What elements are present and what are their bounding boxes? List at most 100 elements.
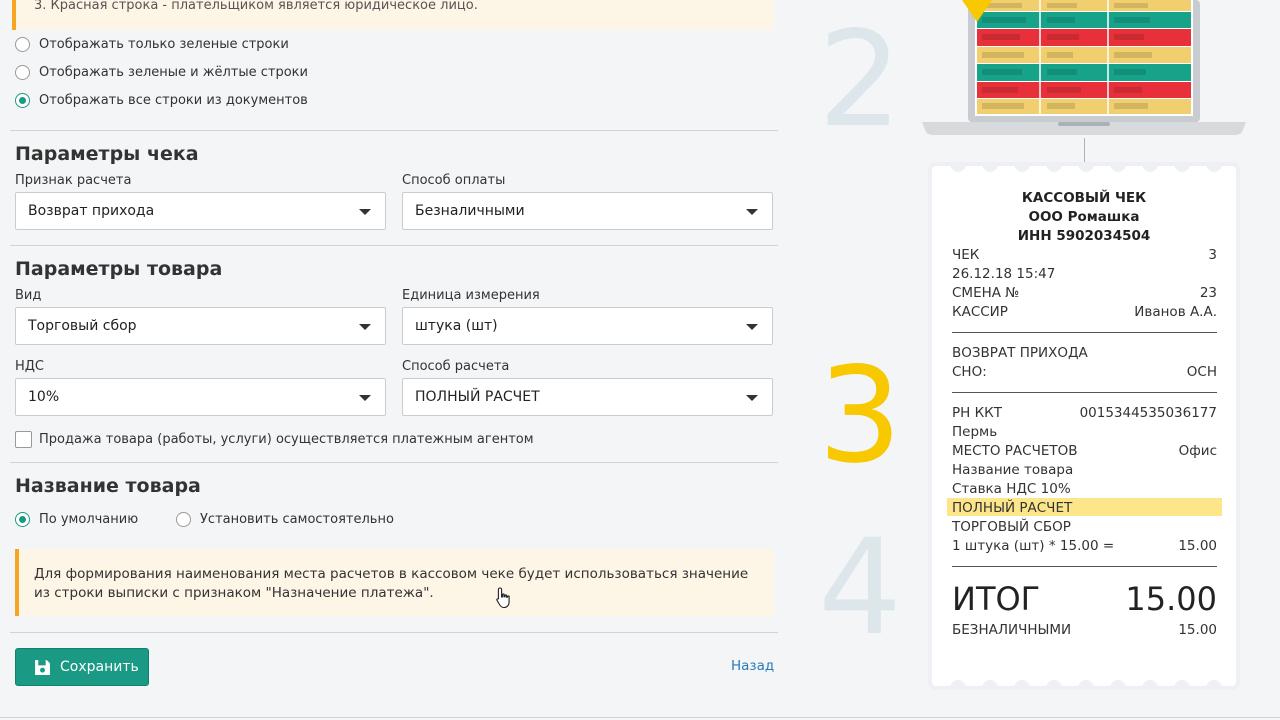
receipt-rn-label: РН ККТ (952, 405, 1002, 421)
agent-checkbox[interactable] (15, 431, 32, 448)
receipt-datetime-row: 26.12.18 15:47 (952, 266, 1217, 282)
receipt-cashier-label: КАССИР (952, 304, 1008, 320)
receipt-city: Пермь (952, 424, 998, 440)
item-name-option-custom[interactable]: Установить самостоятельно (176, 512, 394, 527)
receipt-edge (950, 680, 1222, 690)
divider (10, 462, 778, 463)
receipt-operation-row: ВОЗВРАТ ПРИХОДА (952, 345, 1217, 361)
filter-note-text: 3. Красная строка - плательщиком являетс… (34, 0, 478, 13)
filter-note: 3. Красная строка - плательщиком являетс… (12, 0, 774, 30)
item-params-title: Параметры товара (15, 258, 223, 280)
receipt-check-row: ЧЕК 3 (952, 247, 1217, 263)
save-button[interactable]: Сохранить (15, 648, 149, 686)
page-bottom-border (0, 717, 1280, 718)
radio-selected-icon[interactable] (15, 512, 30, 527)
caret-down-icon (746, 324, 758, 330)
floppy-disk-icon (35, 659, 50, 675)
receipt-check-label: ЧЕК (952, 247, 980, 263)
receipt-shift-value: 23 (1199, 285, 1217, 301)
hand-cursor-icon (496, 587, 510, 609)
item-name-note: Для формирования наименования места расч… (15, 549, 774, 616)
receipt-cashless-label: БЕЗНАЛИЧНЫМИ (952, 622, 1072, 638)
receipt-rn-row: РН ККТ 0015344535036177 (952, 405, 1217, 421)
radio-icon[interactable] (15, 37, 30, 52)
receipt-place-row: МЕСТО РАСЧЕТОВ Офис (952, 443, 1217, 459)
divider (10, 130, 778, 131)
laptop-illustration (922, 0, 1246, 135)
item-name-option-default[interactable]: По умолчанию (15, 512, 138, 527)
caret-down-icon (746, 395, 758, 401)
receipt-sno-value: ОСН (1186, 364, 1217, 380)
step-number-4: 4 (818, 511, 902, 665)
item-name-option-label: Установить самостоятельно (200, 512, 394, 527)
receipt-divider (952, 392, 1217, 393)
agent-checkbox-label[interactable]: Продажа товара (работы, услуги) осуществ… (39, 432, 534, 447)
radio-selected-icon[interactable] (15, 93, 30, 108)
back-link[interactable]: Назад (731, 658, 774, 674)
receipt-vat-row: Ставка НДС 10% (952, 481, 1217, 497)
receipt-inn: ИНН 5902034504 (1017, 228, 1151, 244)
receipt-company: ООО Ромашка (1028, 209, 1140, 225)
receipt-datetime: 26.12.18 15:47 (952, 266, 1056, 282)
receipt-shift-row: СМЕНА № 23 (952, 285, 1217, 301)
receipt-check-value: 3 (1208, 247, 1217, 263)
receipt-edge (950, 162, 1222, 172)
divider (10, 245, 778, 246)
receipt-divider (952, 332, 1217, 333)
filter-option-label: Отображать зеленые и жёлтые строки (39, 65, 308, 80)
filter-option-label: Отображать только зеленые строки (39, 37, 289, 52)
receipt-shift-label: СМЕНА № (952, 285, 1020, 301)
filter-option-green-yellow[interactable]: Отображать зеленые и жёлтые строки (15, 65, 308, 80)
item-name-title: Название товара (15, 475, 201, 497)
calc-method-select[interactable]: ПОЛНЫЙ РАСЧЕТ (402, 378, 773, 416)
filter-option-green[interactable]: Отображать только зеленые строки (15, 37, 289, 52)
caret-down-icon (359, 209, 371, 215)
vat-label: НДС (15, 359, 45, 374)
payment-method-value: Безналичными (415, 203, 525, 219)
receipt-place-label: МЕСТО РАСЧЕТОВ (952, 443, 1078, 459)
receipt-cashless-row: БЕЗНАЛИЧНЫМИ 15.00 (952, 622, 1217, 638)
calc-sign-select[interactable]: Возврат прихода (15, 192, 386, 230)
payment-method-select[interactable]: Безналичными (402, 192, 773, 230)
receipt-place-value: Офис (1178, 443, 1217, 459)
caret-down-icon (359, 324, 371, 330)
calc-method-value: ПОЛНЫЙ РАСЧЕТ (415, 389, 540, 405)
receipt-cashier-row: КАССИР Иванов А.А. (952, 304, 1217, 320)
unit-value: штука (шт) (415, 318, 498, 334)
vat-value: 10% (28, 389, 60, 405)
receipt-item-kind-row: ТОРГОВЫЙ СБОР (952, 519, 1217, 535)
receipt-sno-label: СНО: (952, 364, 987, 380)
receipt-total-label: ИТОГ (952, 580, 1041, 618)
payment-method-label: Способ оплаты (402, 173, 506, 188)
receipt-rn-value: 0015344535036177 (1079, 405, 1217, 421)
receipt-preview: КАССОВЫЙ ЧЕК ООО Ромашка ИНН 5902034504 … (932, 162, 1236, 690)
receipt-item-name-row: Название товара (952, 462, 1217, 478)
receipt-sno-row: СНО: ОСН (952, 364, 1217, 380)
receipt-vat-rate: Ставка НДС 10% (952, 481, 1071, 497)
save-button-label: Сохранить (60, 659, 139, 675)
receipt-item-kind: ТОРГОВЫЙ СБОР (952, 519, 1071, 535)
receipt-calc-method-row: ПОЛНЫЙ РАСЧЕТ (952, 500, 1217, 516)
kind-select[interactable]: Торговый сбор (15, 307, 386, 345)
receipt-city-row: Пермь (952, 424, 1217, 440)
unit-select[interactable]: штука (шт) (402, 307, 773, 345)
receipt-title: КАССОВЫЙ ЧЕК (1021, 190, 1147, 206)
receipt-qty-sum: 15.00 (1178, 538, 1217, 554)
caret-down-icon (746, 209, 758, 215)
check-params-title: Параметры чека (15, 143, 199, 165)
calc-method-label: Способ расчета (402, 359, 510, 374)
item-name-option-label: По умолчанию (39, 512, 139, 527)
calc-sign-label: Признак расчета (15, 173, 132, 188)
step-number-3: 3 (818, 339, 902, 493)
receipt-qty-row: 1 штука (шт) * 15.00 = 15.00 (952, 538, 1217, 554)
caret-down-icon (359, 395, 371, 401)
receipt-operation: ВОЗВРАТ ПРИХОДА (952, 345, 1088, 361)
settings-panel: 3. Красная строка - плательщиком являетс… (0, 0, 790, 720)
receipt-cashless-value: 15.00 (1178, 622, 1217, 638)
vat-select[interactable]: 10% (15, 378, 386, 416)
radio-icon[interactable] (15, 65, 30, 80)
step-number-2: 2 (818, 3, 902, 157)
receipt-total-row: ИТОГ 15.00 (952, 580, 1217, 618)
filter-option-all[interactable]: Отображать все строки из документов (15, 93, 308, 108)
radio-icon[interactable] (176, 512, 191, 527)
